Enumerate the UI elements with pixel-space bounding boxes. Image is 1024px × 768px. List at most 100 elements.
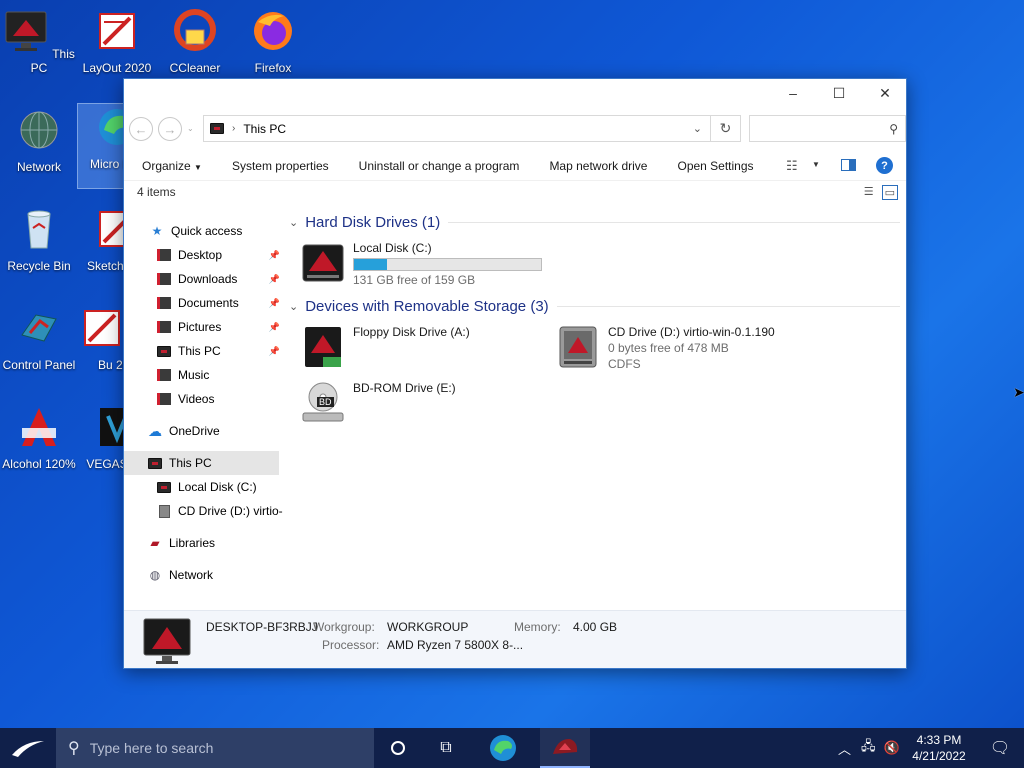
search-icon: ⚲ bbox=[68, 740, 80, 757]
search-input[interactable]: ⚲ bbox=[749, 115, 906, 142]
nav-item-local-disk[interactable]: Local Disk (C:) bbox=[124, 475, 284, 499]
taskbar: ⚲ Type here to search ⧉ ︿ 🖧 🔇 4:33 PM 4/… bbox=[0, 728, 1024, 768]
pin-icon: 📌 bbox=[268, 321, 280, 332]
action-center-button[interactable]: 🗨 bbox=[976, 728, 1024, 768]
minimize-button[interactable]: – bbox=[770, 79, 816, 107]
view-options-icon[interactable]: ☷ bbox=[786, 158, 798, 174]
drive-tile-cd[interactable]: CD Drive (D:) virtio-win-0.1.190 0 bytes… bbox=[554, 323, 775, 371]
breadcrumb-this-pc[interactable]: This PC bbox=[243, 122, 286, 136]
disk-usage-fill bbox=[354, 259, 387, 270]
maximize-button[interactable]: ☐ bbox=[816, 79, 862, 107]
pin-icon: 📌 bbox=[268, 345, 280, 356]
preview-pane-icon[interactable] bbox=[841, 159, 856, 171]
nav-item-documents[interactable]: Documents 📌 bbox=[124, 291, 284, 315]
taskbar-search-box[interactable]: ⚲ Type here to search bbox=[56, 728, 374, 768]
floppy-drive-icon bbox=[305, 327, 341, 367]
drive-name: BD-ROM Drive (E:) bbox=[353, 381, 456, 395]
mouse-cursor-icon: ➤ bbox=[1013, 384, 1024, 400]
network-tray-icon[interactable]: 🖧 bbox=[861, 737, 876, 759]
pin-icon: 📌 bbox=[268, 249, 280, 260]
nav-quick-access[interactable]: ★ Quick access bbox=[124, 219, 284, 243]
tiles-view-icon[interactable]: ▭ bbox=[881, 185, 898, 200]
desktop-icon-control-panel[interactable]: Control Panel bbox=[0, 305, 78, 372]
start-button[interactable] bbox=[0, 728, 56, 768]
desktop-icon-alcohol[interactable]: Alcohol 120% bbox=[0, 404, 78, 471]
group-header-removable[interactable]: ⌄ Devices with Removable Storage (3) bbox=[289, 295, 900, 317]
group-divider bbox=[448, 221, 900, 223]
uninstall-program-button[interactable]: Uninstall or change a program bbox=[344, 159, 535, 173]
nav-item-pictures[interactable]: Pictures 📌 bbox=[124, 315, 284, 339]
taskbar-clock[interactable]: 4:33 PM 4/21/2022 bbox=[906, 732, 972, 764]
layout-app-icon bbox=[99, 13, 135, 49]
this-pc-icon bbox=[210, 123, 224, 134]
taskbar-edge-button[interactable] bbox=[479, 728, 527, 768]
details-view-icon[interactable]: ☰ bbox=[864, 185, 874, 200]
cd-drive-icon bbox=[559, 326, 597, 368]
nav-this-pc[interactable]: This PC bbox=[124, 451, 279, 475]
nav-label: CD Drive (D:) virtio- bbox=[178, 504, 283, 518]
desktop-icon-label: Alcohol 120% bbox=[2, 457, 76, 471]
nav-item-cd-drive[interactable]: CD Drive (D:) virtio- bbox=[124, 499, 284, 523]
desktop-icon-ccleaner[interactable]: CCleaner bbox=[156, 8, 234, 75]
desktop-icon-recycle-bin[interactable]: Recycle Bin bbox=[0, 206, 78, 273]
view-dropdown-icon[interactable]: ▼ bbox=[812, 160, 820, 169]
task-view-button[interactable]: ⧉ bbox=[422, 728, 470, 768]
help-icon[interactable]: ? bbox=[876, 157, 893, 174]
drive-tile-floppy[interactable]: Floppy Disk Drive (A:) bbox=[299, 323, 470, 371]
computer-icon bbox=[143, 618, 191, 664]
address-dropdown-icon[interactable]: ⌄ bbox=[693, 122, 702, 135]
map-network-drive-button[interactable]: Map network drive bbox=[534, 159, 662, 173]
drive-name: Floppy Disk Drive (A:) bbox=[353, 325, 470, 339]
bd-rom-icon: BD bbox=[299, 379, 347, 427]
address-bar[interactable]: › This PC ⌄ bbox=[203, 115, 711, 142]
computer-name: DESKTOP-BF3RBJJ bbox=[206, 620, 318, 634]
nav-item-downloads[interactable]: Downloads 📌 bbox=[124, 267, 284, 291]
task-view-cortana-button[interactable] bbox=[374, 728, 422, 768]
drive-tile-bd-rom[interactable]: BD BD-ROM Drive (E:) bbox=[299, 379, 456, 427]
organize-button[interactable]: Organize ▼ bbox=[124, 159, 217, 173]
edge-icon bbox=[490, 735, 516, 761]
network-globe-icon bbox=[20, 111, 58, 149]
content-pane: ⌄ Hard Disk Drives (1) Local Disk (C:) 1… bbox=[289, 211, 900, 422]
alcohol-icon bbox=[22, 408, 56, 446]
music-folder-icon bbox=[157, 369, 171, 381]
nav-network[interactable]: ◍ Network bbox=[124, 563, 284, 587]
control-panel-icon bbox=[21, 314, 57, 342]
details-pane: DESKTOP-BF3RBJJ Workgroup: WORKGROUP Mem… bbox=[124, 610, 906, 668]
firefox-icon bbox=[254, 12, 292, 50]
nav-libraries[interactable]: ▰ Libraries bbox=[124, 531, 284, 555]
forward-button[interactable]: → bbox=[158, 117, 182, 141]
arrow-right-icon: → bbox=[163, 121, 177, 137]
taskbar-explorer-button[interactable] bbox=[540, 728, 590, 768]
nav-item-desktop[interactable]: Desktop 📌 bbox=[124, 243, 284, 267]
desktop-icon-firefox[interactable]: Firefox bbox=[234, 8, 312, 75]
memory-label: Memory: bbox=[514, 620, 561, 634]
back-button[interactable]: ← bbox=[129, 117, 153, 141]
drive-free-space: 0 bytes free of 478 MB bbox=[608, 341, 729, 355]
cortana-circle-icon bbox=[391, 741, 405, 755]
hard-disk-icon bbox=[302, 244, 344, 282]
desktop-icon-network[interactable]: Network bbox=[0, 107, 78, 174]
desktop-icon-layout[interactable]: LayOut 2020 bbox=[78, 8, 156, 75]
drive-tile-local-disk[interactable]: Local Disk (C:) 131 GB free of 159 GB bbox=[299, 239, 542, 287]
nav-onedrive[interactable]: ☁ OneDrive bbox=[124, 419, 284, 443]
nav-item-videos[interactable]: Videos bbox=[124, 387, 284, 411]
desktop-icon-this-pc[interactable]: This PC bbox=[0, 8, 78, 75]
recent-chevron-icon[interactable]: ⌄ bbox=[187, 124, 194, 133]
network-icon: ◍ bbox=[149, 568, 161, 582]
show-hidden-icons-chevron-icon[interactable]: ︿ bbox=[838, 739, 851, 758]
clock-time: 4:33 PM bbox=[916, 733, 962, 747]
close-button[interactable]: ✕ bbox=[862, 79, 908, 107]
refresh-icon: ↻ bbox=[719, 120, 732, 136]
volume-muted-icon[interactable]: 🔇 bbox=[884, 740, 900, 756]
title-bar[interactable]: – ☐ ✕ bbox=[124, 79, 906, 107]
refresh-button[interactable]: ↻ bbox=[711, 115, 741, 142]
nav-item-this-pc-pinned[interactable]: This PC 📌 bbox=[124, 339, 284, 363]
open-settings-button[interactable]: Open Settings bbox=[662, 159, 768, 173]
system-properties-button[interactable]: System properties bbox=[217, 159, 344, 173]
group-header-hdd[interactable]: ⌄ Hard Disk Drives (1) bbox=[289, 211, 900, 233]
nav-label: Network bbox=[169, 568, 214, 582]
item-count: 4 items bbox=[137, 185, 176, 199]
nav-label: Quick access bbox=[171, 224, 243, 238]
nav-item-music[interactable]: Music bbox=[124, 363, 284, 387]
